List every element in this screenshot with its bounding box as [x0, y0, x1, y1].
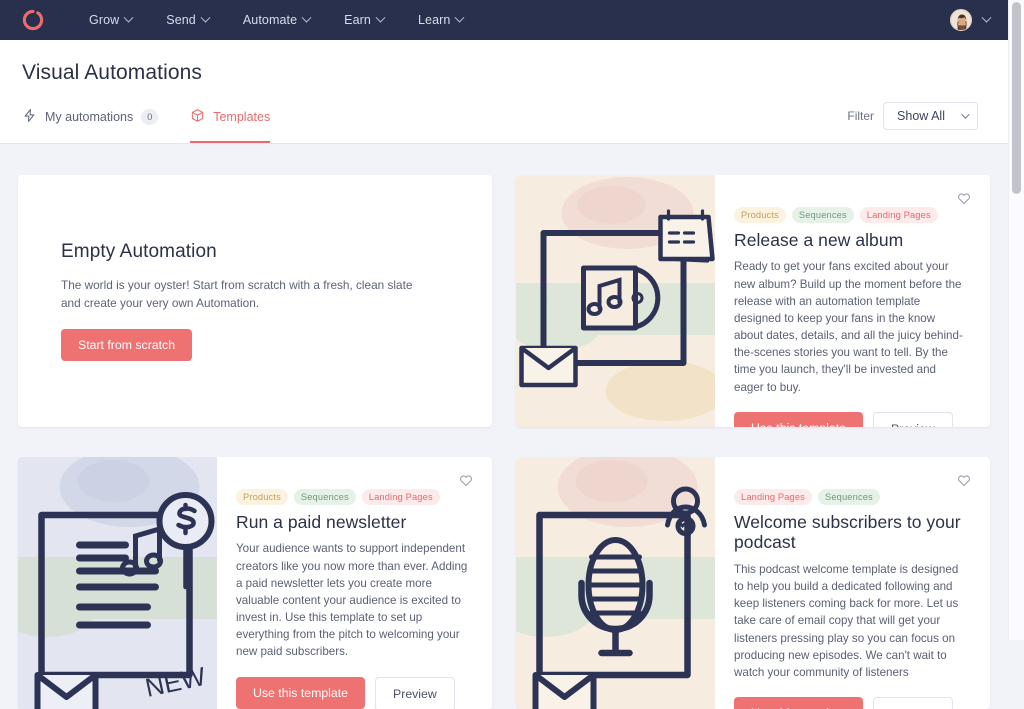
tag-sequences[interactable]: Sequences	[791, 207, 854, 223]
filter-label: Filter	[847, 109, 875, 123]
tag-sequences[interactable]: Sequences	[817, 489, 880, 505]
chevron-down-icon[interactable]	[981, 12, 992, 23]
tab-templates[interactable]: Templates	[190, 101, 270, 143]
card-actions: Use this template Preview	[734, 697, 966, 709]
tab-bar: My automations 0 Templates	[22, 101, 270, 143]
chevron-down-icon	[455, 12, 465, 23]
card-run-a-paid-newsletter[interactable]: NEW Products Sequences Landing Pages Run…	[18, 457, 492, 709]
card-body: Landing Pages Sequences Welcome subscrib…	[715, 457, 990, 709]
card-release-a-new-album[interactable]: Products Sequences Landing Pages Release…	[516, 175, 990, 427]
nav-item-send[interactable]: Send	[166, 12, 211, 27]
filter-control: Filter Show All	[847, 102, 978, 130]
template-description: Ready to get your fans excited about you…	[734, 260, 963, 394]
chevron-down-icon	[200, 12, 211, 23]
use-this-template-button[interactable]: Use this template	[734, 411, 864, 427]
card-empty-automation: Empty Automation The world is your oyste…	[18, 175, 492, 427]
account-area	[950, 0, 992, 40]
tag-sequences[interactable]: Sequences	[293, 489, 356, 505]
top-navigation-bar: Grow Send Automate Earn Learn	[0, 0, 1008, 40]
page-scrollbar[interactable]	[1008, 0, 1024, 640]
cube-icon	[190, 108, 205, 126]
main-menu: Grow Send Automate Earn Learn	[89, 12, 465, 27]
chevron-down-icon	[301, 12, 312, 23]
card-body: Products Sequences Landing Pages Release…	[715, 175, 990, 427]
nav-item-label: Earn	[344, 13, 371, 27]
nav-item-learn[interactable]: Learn	[417, 12, 465, 27]
lightning-bolt-icon	[22, 108, 37, 126]
heart-outline-icon[interactable]	[955, 189, 973, 207]
tag-list: Landing Pages Sequences	[734, 489, 966, 505]
preview-button[interactable]: Preview	[873, 411, 953, 427]
podcast-microphone-illustration	[516, 457, 715, 709]
preview-button[interactable]: Preview	[375, 676, 455, 709]
tag-landing-pages[interactable]: Landing Pages	[361, 489, 440, 505]
template-title: Welcome subscribers to your podcast	[734, 512, 961, 553]
tag-list: Products Sequences Landing Pages	[236, 489, 468, 505]
heart-outline-icon[interactable]	[955, 471, 973, 489]
nav-item-automate[interactable]: Automate	[242, 12, 312, 27]
album-cd-illustration	[516, 175, 715, 427]
start-from-scratch-button[interactable]: Start from scratch	[61, 329, 193, 362]
empty-automation-title: Empty Automation	[61, 240, 217, 262]
tag-list: Products Sequences Landing Pages	[734, 207, 966, 223]
tab-label: My automations	[45, 110, 134, 124]
page-header: Visual Automations My automations 0 Temp…	[0, 40, 1008, 144]
nav-item-label: Automate	[242, 13, 298, 27]
page-title: Visual Automations	[22, 61, 203, 84]
template-title: Run a paid newsletter	[236, 512, 407, 532]
tab-label: Templates	[213, 110, 271, 124]
templates-grid: Empty Automation The world is your oyste…	[0, 144, 1008, 709]
tag-products[interactable]: Products	[236, 489, 288, 505]
avatar[interactable]	[950, 9, 972, 31]
card-actions: Use this template Preview	[236, 676, 468, 709]
template-description: This podcast welcome template is designe…	[734, 562, 959, 679]
use-this-template-button[interactable]: Use this template	[734, 697, 864, 709]
empty-automation-description: The world is your oyster! Start from scr…	[61, 277, 413, 310]
chevron-down-icon	[123, 12, 134, 23]
nav-item-label: Learn	[417, 13, 451, 27]
nav-item-label: Grow	[89, 13, 120, 27]
nav-item-label: Send	[166, 13, 196, 27]
card-welcome-subscribers-to-your-podcast[interactable]: Landing Pages Sequences Welcome subscrib…	[516, 457, 990, 709]
tab-my-automations[interactable]: My automations 0	[22, 101, 159, 143]
nav-item-earn[interactable]: Earn	[344, 12, 386, 27]
tag-landing-pages[interactable]: Landing Pages	[734, 489, 812, 505]
chevron-down-icon	[375, 12, 386, 23]
card-actions: Use this template Preview	[734, 411, 966, 427]
paid-newsletter-illustration: NEW	[18, 457, 217, 709]
card-body: Products Sequences Landing Pages Run a p…	[217, 457, 492, 709]
tag-landing-pages[interactable]: Landing Pages	[859, 207, 938, 223]
heart-outline-icon[interactable]	[457, 471, 475, 489]
convertkit-logo-icon[interactable]	[22, 9, 44, 31]
tag-products[interactable]: Products	[734, 207, 786, 223]
template-title: Release a new album	[734, 230, 904, 250]
filter-select[interactable]: Show All	[883, 102, 978, 130]
use-this-template-button[interactable]: Use this template	[236, 676, 366, 709]
filter-selected-value: Show All	[897, 109, 945, 123]
nav-item-grow[interactable]: Grow	[89, 12, 134, 27]
tab-badge-count: 0	[141, 109, 159, 125]
template-description: Your audience wants to support independe…	[236, 542, 468, 659]
scrollbar-thumb[interactable]	[1012, 2, 1021, 194]
chevron-down-icon	[961, 110, 970, 119]
preview-button[interactable]: Preview	[873, 697, 953, 709]
